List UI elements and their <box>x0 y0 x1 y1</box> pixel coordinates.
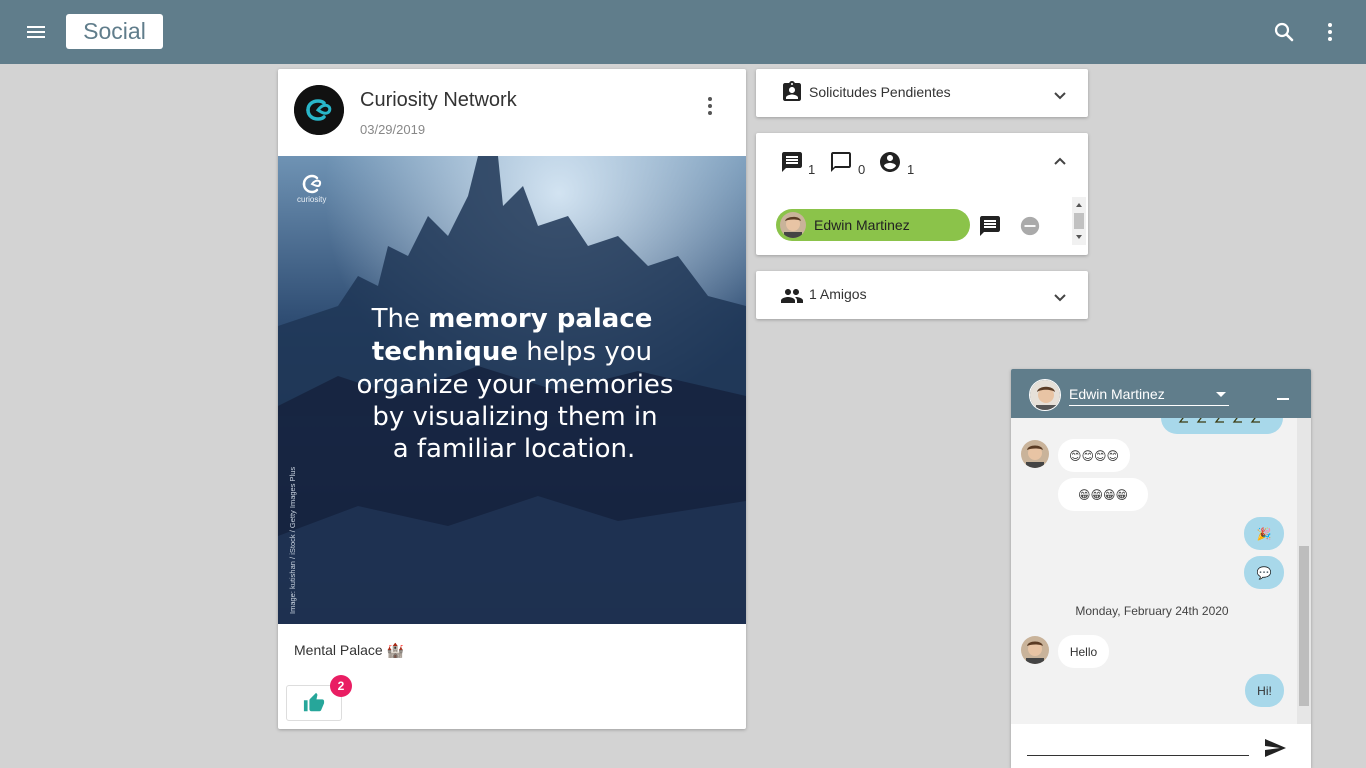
image-brand: curiosity <box>297 195 326 204</box>
comments-count: 0 <box>858 162 866 177</box>
avatar <box>1021 440 1049 468</box>
avatar <box>1029 379 1061 411</box>
friend-name: Edwin Martinez <box>814 217 910 233</box>
send-icon[interactable] <box>1263 736 1287 760</box>
message-bubble-theirs: 😁😁😁😁 <box>1058 478 1148 511</box>
minimize-icon[interactable] <box>1275 387 1291 403</box>
friend-chip[interactable]: Edwin Martinez <box>776 209 970 241</box>
pending-requests-panel[interactable]: Solicitudes Pendientes <box>756 69 1088 117</box>
message-bubble-mine: Hi! <box>1245 674 1284 707</box>
friends-panel[interactable]: 1 Amigos <box>756 271 1088 319</box>
author-avatar[interactable] <box>294 85 344 135</box>
chat-icon[interactable] <box>978 214 1002 238</box>
people-icon <box>780 284 804 308</box>
account-circle-icon[interactable] <box>878 150 902 174</box>
svg-text:technique helps you: technique helps you <box>372 337 652 367</box>
image-text-line3: organize your memories <box>357 370 674 400</box>
chat-message-input[interactable] <box>1027 732 1249 756</box>
activity-panel: 1 0 1 Edwin Martinez <box>756 133 1088 255</box>
post-author[interactable]: Curiosity Network <box>360 89 517 112</box>
divider <box>1069 405 1229 406</box>
avatar <box>1021 636 1049 664</box>
svg-text:The memory palace: The memory palace <box>371 304 653 334</box>
chevron-up-icon[interactable] <box>1048 150 1072 174</box>
chevron-down-icon[interactable] <box>1048 83 1072 107</box>
post-caption: Mental Palace 🏰 <box>294 642 405 658</box>
avatar <box>780 212 806 238</box>
messages-count: 1 <box>808 162 816 177</box>
post-date: 03/29/2019 <box>360 122 426 137</box>
pending-requests-label: Solicitudes Pendientes <box>809 84 951 100</box>
image-text-line1b: memory palace <box>428 304 652 334</box>
image-text-line5: a familiar location. <box>393 434 636 464</box>
search-icon[interactable] <box>1272 20 1296 44</box>
post-more-icon[interactable] <box>698 94 722 118</box>
message-bubble-theirs: 😊😊😊😊 <box>1058 439 1130 472</box>
menu-icon[interactable] <box>24 20 48 44</box>
image-text-line1a: The <box>371 304 429 334</box>
chevron-down-icon[interactable] <box>1048 285 1072 309</box>
image-text-line4: by visualizing them in <box>372 402 657 432</box>
chat-header: Edwin Martinez <box>1011 369 1311 418</box>
friends-label: 1 Amigos <box>809 286 867 302</box>
assignment-ind-icon <box>780 80 804 104</box>
chat-window: Edwin Martinez 😊😊😊😊 😁😁😁😁 🎉 💬 Monday, Feb… <box>1011 369 1311 768</box>
post-image[interactable]: curiosity The memory palace technique he… <box>278 156 746 624</box>
remove-circle-icon[interactable] <box>1019 215 1043 239</box>
dropdown-arrow-icon[interactable] <box>1213 386 1229 402</box>
app-bar: Social <box>0 0 1366 64</box>
chat-input-area <box>1011 724 1311 768</box>
thumb-up-icon <box>303 692 325 714</box>
chat-scrollbar[interactable] <box>1297 418 1311 724</box>
image-text-line2b: helps you <box>518 337 652 367</box>
more-vert-icon[interactable] <box>1318 20 1342 44</box>
post-card: Curiosity Network 03/29/2019 curiosity T… <box>278 69 746 729</box>
users-count: 1 <box>907 162 915 177</box>
app-title[interactable]: Social <box>66 14 163 49</box>
like-count-badge: 2 <box>330 675 352 697</box>
chat-contact-name[interactable]: Edwin Martinez <box>1069 386 1165 402</box>
scrollbar-thumb[interactable] <box>1299 546 1309 706</box>
message-icon[interactable] <box>780 150 804 174</box>
image-credit: Image: kutishan / iStock / Getty Images … <box>288 467 297 614</box>
image-text-line2a: technique <box>372 337 518 367</box>
day-separator: Monday, February 24th 2020 <box>1075 604 1229 618</box>
message-bubble-mine: 🎉 <box>1244 517 1284 550</box>
comment-outline-icon[interactable] <box>829 150 853 174</box>
message-bubble-mine: 💬 <box>1244 556 1284 589</box>
chat-messages: 😊😊😊😊 😁😁😁😁 🎉 💬 Monday, February 24th 2020… <box>1011 418 1311 724</box>
scrollbar[interactable] <box>1072 197 1086 245</box>
message-bubble-theirs: Hello <box>1058 635 1109 668</box>
message-bubble-mine <box>1161 418 1283 434</box>
